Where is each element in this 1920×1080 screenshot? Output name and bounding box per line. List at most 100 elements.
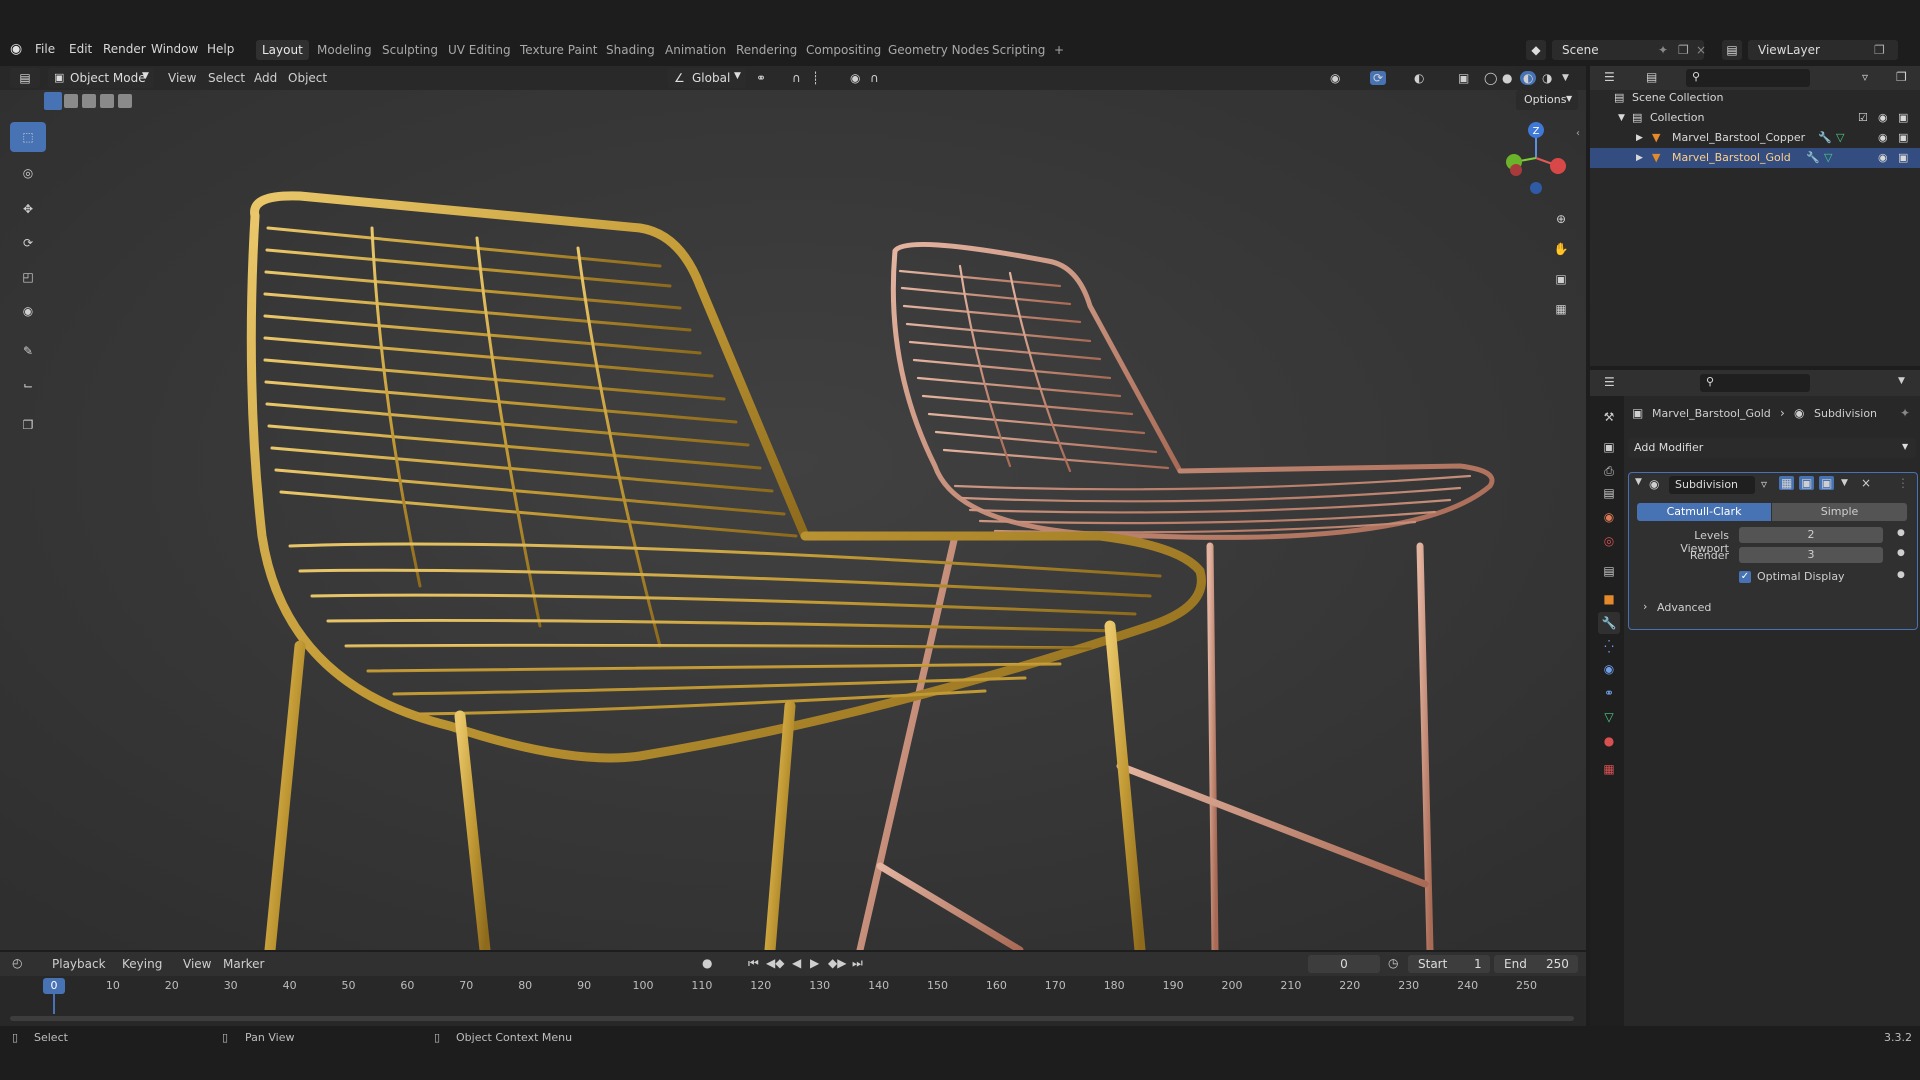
scene-tab-icon[interactable]: ◉	[1598, 506, 1620, 528]
view-layer-tab-icon[interactable]: ▤	[1598, 482, 1620, 504]
menu-view[interactable]: View	[168, 71, 196, 85]
jump-start-icon[interactable]: ⏮	[748, 956, 759, 971]
scale-tool[interactable]: ◰	[10, 262, 46, 292]
menu-view[interactable]: View	[183, 957, 211, 971]
cursor-tool[interactable]: ◎	[10, 158, 46, 188]
view-layer-icon[interactable]: ▤	[1722, 40, 1742, 60]
outliner-row-collection[interactable]: ▼ ▤ Collection ☑ ◉ ▣	[1590, 108, 1920, 128]
render-tab-icon[interactable]: ▣	[1598, 436, 1620, 458]
menu-playback[interactable]: Playback	[52, 957, 106, 971]
keyframe-dot-icon[interactable]: ●	[1897, 570, 1905, 580]
sidebar-toggle-chevron-icon[interactable]: ‹	[1576, 128, 1580, 139]
rendered-shading-icon[interactable]: ◑	[1542, 71, 1552, 85]
play-reverse-icon[interactable]: ◀	[792, 956, 801, 970]
checkbox-icon[interactable]: ☑	[1858, 108, 1868, 128]
eye-icon[interactable]: ◉	[1878, 148, 1888, 168]
expand-chevron-icon[interactable]: ▶	[1636, 128, 1643, 148]
current-frame-field[interactable]: 0	[1308, 955, 1380, 973]
optimal-display-checkbox[interactable]: ✓	[1739, 571, 1751, 583]
filter-icon[interactable]: ▿	[1862, 70, 1868, 84]
tab-animation[interactable]: Animation	[659, 40, 732, 60]
advanced-subpanel-header[interactable]: › Advanced	[1643, 599, 1903, 617]
menu-add[interactable]: Add	[254, 71, 277, 85]
edit-mode-icon[interactable]: ▿	[1761, 477, 1767, 491]
record-icon[interactable]: ●	[702, 956, 712, 970]
select-box-tool[interactable]: ⬚	[10, 122, 46, 152]
pivot-point-icon[interactable]: ⚭	[756, 71, 766, 85]
output-tab-icon[interactable]: ⎙	[1598, 460, 1620, 482]
tab-rendering[interactable]: Rendering	[730, 40, 803, 60]
tab-scripting[interactable]: Scripting	[986, 40, 1051, 60]
editor-type-icon[interactable]: ☰	[1604, 70, 1615, 84]
wrench-icon[interactable]: 🔧	[1806, 148, 1820, 168]
transform-tool[interactable]: ◉	[10, 296, 46, 326]
camera-icon[interactable]: ▣	[1898, 108, 1908, 128]
pin-icon[interactable]: ✦	[1900, 406, 1910, 420]
tab-layout[interactable]: Layout	[256, 40, 309, 60]
close-icon[interactable]: ×	[1861, 476, 1871, 490]
menu-help[interactable]: Help	[207, 42, 234, 56]
tab-uv-editing[interactable]: UV Editing	[442, 40, 517, 60]
navigation-gizmo[interactable]: Z	[1496, 118, 1576, 198]
wireframe-shading-icon[interactable]: ◯	[1484, 71, 1497, 85]
outliner-row-object[interactable]: ▶ ▼ Marvel_Barstool_Copper 🔧 ▽ ◉ ▣	[1590, 128, 1920, 148]
chevron-down-icon[interactable]: ▼	[1898, 376, 1905, 386]
select-intersect-icon[interactable]	[118, 94, 132, 108]
on-cage-icon[interactable]: ▦	[1779, 476, 1795, 490]
visibility-icon[interactable]: ◉	[1330, 71, 1340, 85]
menu-keying[interactable]: Keying	[122, 957, 162, 971]
mesh-data-icon[interactable]: ▽	[1824, 148, 1832, 168]
camera-icon[interactable]: ▣	[1898, 148, 1908, 168]
3d-viewport[interactable]: ▤ ▣ Object Mode ▼ View Select Add Object…	[0, 66, 1586, 950]
annotate-tool[interactable]: ✎	[10, 336, 46, 366]
expand-chevron-icon[interactable]: ▶	[1636, 148, 1643, 168]
wrench-icon[interactable]: 🔧	[1818, 128, 1832, 148]
outliner-row-object-selected[interactable]: ▶ ▼ Marvel_Barstool_Gold 🔧 ▽ ◉ ▣	[1590, 148, 1920, 168]
scene-field[interactable]: Scene ✦ ❐ ×	[1552, 40, 1706, 60]
simple-option[interactable]: Simple	[1772, 503, 1907, 521]
pin-icon[interactable]: ✦	[1658, 43, 1668, 57]
select-invert-icon[interactable]	[100, 94, 114, 108]
view-layer-field[interactable]: ViewLayer ❐	[1748, 40, 1898, 60]
zoom-icon[interactable]: ⊕	[1548, 206, 1574, 232]
select-extend-icon[interactable]	[64, 94, 78, 108]
new-scene-icon[interactable]: ❐	[1678, 43, 1689, 57]
render-levels-field[interactable]: 3	[1739, 547, 1883, 563]
prev-keyframe-icon[interactable]: ◀◆	[766, 956, 784, 970]
overlay-toggle-icon[interactable]: ◐	[1414, 71, 1424, 85]
eye-icon[interactable]: ◉	[1878, 128, 1888, 148]
snap-icon[interactable]: ∩	[792, 71, 801, 85]
transform-orientation-selector[interactable]: ∠ Global ▼	[668, 68, 746, 88]
start-frame-field[interactable]: Start 1	[1408, 955, 1490, 973]
play-icon[interactable]: ▶	[810, 956, 819, 970]
new-collection-icon[interactable]: ❐	[1896, 70, 1907, 84]
keyframe-dot-icon[interactable]: ●	[1897, 528, 1905, 538]
scene-selector-icon[interactable]: ◆	[1526, 40, 1546, 60]
chevron-down-icon[interactable]: ▼	[1841, 478, 1848, 488]
tab-sculpting[interactable]: Sculpting	[376, 40, 444, 60]
select-subtract-icon[interactable]	[82, 94, 96, 108]
world-tab-icon[interactable]: ◎	[1598, 530, 1620, 552]
gizmo-toggle-icon[interactable]: ⟳	[1370, 71, 1387, 85]
perspective-toggle-icon[interactable]: ▦	[1548, 296, 1574, 322]
menu-object[interactable]: Object	[288, 71, 327, 85]
menu-render[interactable]: Render	[103, 42, 146, 56]
solid-shading-icon[interactable]: ●	[1502, 71, 1512, 85]
tab-modeling[interactable]: Modeling	[311, 40, 378, 60]
mode-selector[interactable]: ▣ Object Mode ▼	[48, 68, 154, 88]
tab-compositing[interactable]: Compositing	[800, 40, 887, 60]
catmull-clark-option[interactable]: Catmull-Clark	[1637, 503, 1771, 521]
editor-type-icon[interactable]: ▤	[10, 68, 40, 88]
playhead-indicator[interactable]: 0	[43, 978, 65, 994]
clock-icon[interactable]: ◷	[1388, 956, 1398, 970]
camera-view-icon[interactable]: ▣	[1548, 266, 1574, 292]
end-frame-field[interactable]: End 250	[1494, 955, 1578, 973]
menu-select[interactable]: Select	[208, 71, 245, 85]
xray-toggle-icon[interactable]: ▣	[1458, 71, 1469, 85]
object-tab-icon[interactable]: ■	[1598, 588, 1620, 610]
options-dropdown[interactable]: Options ▼	[1516, 90, 1578, 110]
menu-edit[interactable]: Edit	[69, 42, 92, 56]
constraints-tab-icon[interactable]: ⚭	[1598, 682, 1620, 704]
tool-tab-icon[interactable]: ⚒	[1598, 406, 1620, 428]
menu-marker[interactable]: Marker	[223, 957, 264, 971]
